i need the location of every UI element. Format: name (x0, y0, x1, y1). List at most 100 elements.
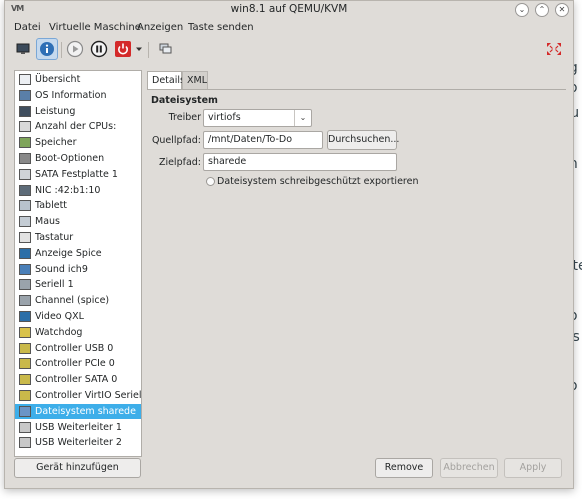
cpu-icon (19, 121, 31, 133)
keyboard-icon (19, 232, 31, 243)
usb-redirect-icon (19, 421, 31, 433)
sidebar-item-label: Speicher (35, 137, 77, 149)
tab-details[interactable]: Details (147, 71, 185, 89)
source-path-input[interactable]: /mnt/Daten/To-Do (203, 131, 323, 149)
source-path-label: Quellpfad: (151, 135, 201, 146)
menu-bar: Datei Virtuelle Maschine Anzeigen Taste … (5, 19, 573, 37)
sidebar-item-label: Anzeige Spice (35, 247, 102, 259)
driver-combobox[interactable]: virtiofs ⌄ (203, 109, 312, 127)
snapshot-icon (159, 43, 172, 54)
disk-icon (19, 168, 31, 180)
readonly-checkbox[interactable] (206, 177, 215, 186)
window-title: win8.1 auf QEMU/KVM (230, 3, 348, 15)
memory-icon (19, 137, 31, 149)
fullscreen-button[interactable] (543, 38, 565, 60)
menu-anzeigen[interactable]: Anzeigen (137, 22, 183, 33)
tab-xml[interactable]: XML (182, 71, 208, 89)
sidebar-item[interactable]: OS Information (15, 88, 141, 103)
run-button[interactable] (64, 38, 86, 60)
video-icon (19, 311, 31, 322)
close-button[interactable]: ✕ (555, 3, 569, 17)
section-title: Dateisystem (151, 95, 218, 106)
title-bar[interactable]: VM win8.1 auf QEMU/KVM ⌄ ⌃ ✕ (5, 1, 573, 18)
cancel-button[interactable]: Abbrechen (440, 458, 498, 478)
pause-button[interactable] (88, 38, 110, 60)
add-hardware-button[interactable]: Gerät hinzufügen (14, 458, 141, 478)
menu-virtuelle-maschine[interactable]: Virtuelle Maschine (49, 22, 141, 33)
target-path-input[interactable]: sharede (203, 153, 397, 171)
sidebar-item[interactable]: USB Weiterleiter 2 (15, 435, 141, 450)
sidebar-item[interactable]: Anzahl der CPUs: (15, 119, 141, 134)
channel-icon (19, 295, 31, 307)
sidebar-item-label: Maus (35, 216, 60, 228)
sidebar-item-label: Video QXL (35, 311, 84, 322)
console-button[interactable] (12, 38, 34, 60)
sidebar-item[interactable]: Leistung (15, 104, 141, 119)
sidebar-item[interactable]: Watchdog (15, 325, 141, 340)
toolbar-separator (61, 42, 62, 58)
pause-icon (90, 40, 108, 58)
sidebar-item-label: Dateisystem sharede (35, 405, 136, 417)
serial-icon (19, 279, 31, 291)
sidebar-item[interactable]: Controller PCIe 0 (15, 356, 141, 371)
sidebar-item[interactable]: Controller USB 0 (15, 341, 141, 356)
sound-icon (19, 263, 31, 275)
menu-datei[interactable]: Datei (14, 22, 41, 33)
remove-button[interactable]: Remove (375, 458, 433, 478)
sidebar-item-label: Tablett (35, 200, 68, 212)
sidebar-item-label: Anzahl der CPUs: (35, 121, 117, 133)
sidebar-item[interactable]: Channel (spice) (15, 293, 141, 308)
sidebar-item[interactable]: Anzeige Spice (15, 246, 141, 261)
sidebar-item[interactable]: Tablett (15, 198, 141, 213)
power-icon (115, 41, 131, 57)
sidebar-item-label: Controller VirtIO Seriell 0 (35, 390, 142, 401)
hardware-list[interactable]: Übersicht OS Information Leistung Anzahl de… (14, 70, 142, 457)
sidebar-item[interactable]: Übersicht (15, 72, 141, 87)
sidebar-item-label: Channel (spice) (35, 295, 110, 307)
sidebar-item[interactable]: Dateisystem sharede (15, 403, 141, 419)
sidebar-item[interactable]: Video QXL (15, 309, 141, 324)
sidebar-item-label: Controller SATA 0 (35, 374, 118, 386)
sidebar-item[interactable]: Tastatur (15, 230, 141, 245)
usb-redirect-icon (19, 437, 31, 449)
toolbar-separator (148, 42, 149, 58)
menu-taste-senden[interactable]: Taste senden (188, 22, 254, 33)
minimize-button[interactable]: ⌄ (515, 3, 529, 17)
sidebar-item[interactable]: Controller SATA 0 (15, 372, 141, 387)
controller-icon (19, 374, 31, 386)
apply-button[interactable]: Apply (504, 458, 562, 478)
shutdown-menu-button[interactable] (133, 38, 145, 60)
sidebar-item[interactable]: NIC :42:b1:10 (15, 183, 141, 198)
nic-icon (19, 184, 31, 196)
readonly-label: Dateisystem schreibgeschützt exportieren (217, 176, 419, 187)
performance-icon (19, 105, 31, 117)
details-button[interactable] (36, 38, 58, 60)
target-path-label: Zielpfad: (158, 157, 201, 168)
sidebar-item[interactable]: USB Weiterleiter 1 (15, 420, 141, 435)
boot-options-icon (19, 153, 31, 164)
sidebar-item-label: Seriell 1 (35, 279, 74, 291)
sidebar-item[interactable]: Maus (15, 214, 141, 229)
controller-icon (19, 342, 31, 354)
sidebar-item[interactable]: Boot-Optionen (15, 151, 141, 166)
maximize-button[interactable]: ⌃ (535, 3, 549, 17)
snapshots-button[interactable] (155, 38, 177, 60)
display-icon (19, 247, 31, 259)
sidebar-item-label: Controller PCIe 0 (35, 358, 115, 370)
browse-button[interactable]: Durchsuchen... (327, 130, 399, 150)
info-icon (40, 42, 54, 56)
sidebar-item-label: USB Weiterleiter 1 (35, 421, 122, 433)
watchdog-icon (19, 326, 31, 338)
sidebar-item[interactable]: Sound ich9 (15, 262, 141, 277)
sidebar-item[interactable]: Seriell 1 (15, 277, 141, 292)
mouse-icon (19, 216, 31, 228)
sidebar-item-label: Leistung (35, 105, 76, 117)
shutdown-button[interactable] (112, 38, 134, 60)
driver-value: virtiofs (208, 112, 241, 123)
dropdown-arrow-icon (136, 47, 142, 51)
sidebar-item[interactable]: SATA Festplatte 1 (15, 167, 141, 182)
toolbar (5, 38, 573, 64)
driver-label: Treiber (168, 112, 201, 123)
sidebar-item[interactable]: Controller VirtIO Seriell 0 (15, 388, 141, 403)
sidebar-item[interactable]: Speicher (15, 135, 141, 150)
